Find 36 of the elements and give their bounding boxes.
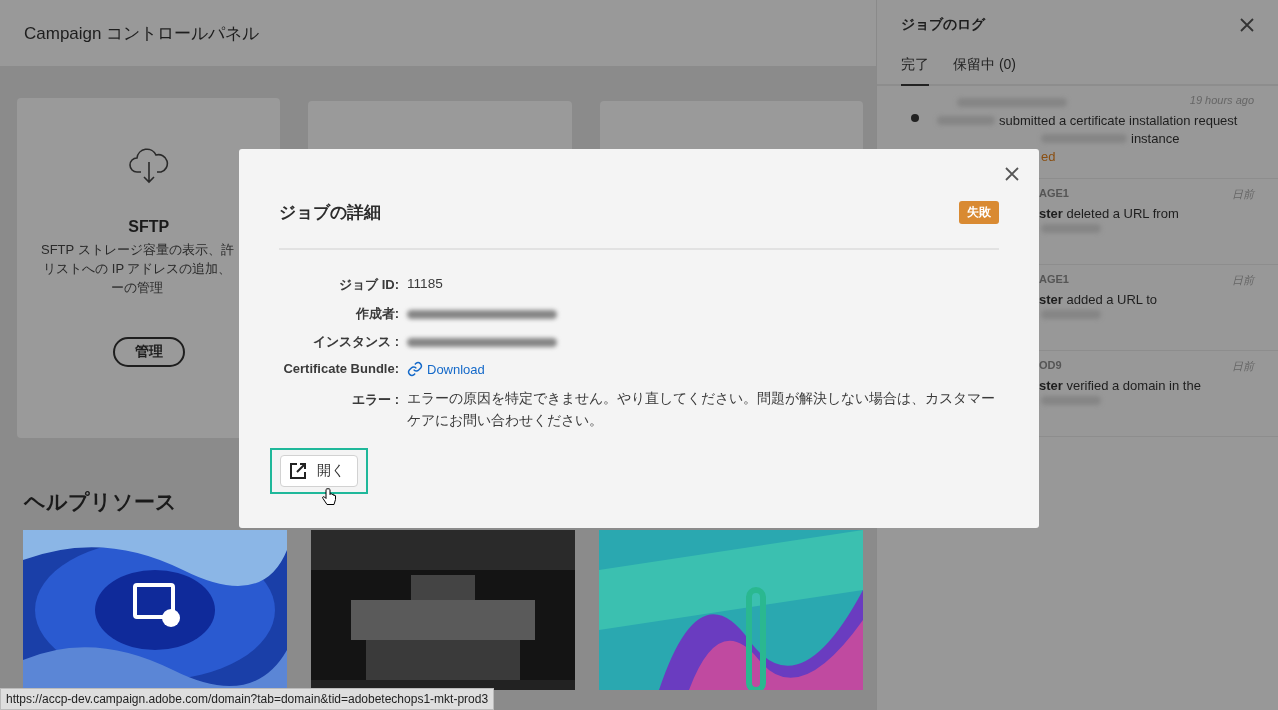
card-description: SFTP ストレージ容量の表示、許 リストへの IP アドレスの追加、 ーの管理 xyxy=(40,241,234,297)
field-label: 作成者: xyxy=(354,305,399,323)
field-label: Certificate Bundle: xyxy=(282,361,399,378)
field-value: 11185 xyxy=(407,275,444,293)
tab[interactable]: 完了 xyxy=(901,56,929,86)
log-header: OD9 xyxy=(1038,359,1062,373)
field-label: インスタンス : xyxy=(312,333,399,351)
section-title: ヘルプリソース xyxy=(24,489,177,515)
log-text: ster verified a domain in the xyxy=(1039,378,1201,393)
tab[interactable]: 保留中 (0) xyxy=(953,56,1016,86)
log-text: submitted a certificate installation request xyxy=(999,113,1238,128)
manage-button[interactable]: 管理 xyxy=(112,337,185,367)
cloud-download-icon xyxy=(127,148,170,184)
dialog-title: ジョブの詳細 xyxy=(279,202,381,224)
close-icon[interactable] xyxy=(1240,18,1254,32)
external-link-icon xyxy=(289,462,307,480)
log-text: ster added a URL to xyxy=(1039,292,1158,307)
log-header: AGE1 xyxy=(1038,273,1069,287)
log-text: ster deleted a URL from xyxy=(1039,206,1179,221)
hand-cursor-icon xyxy=(322,488,336,506)
download-link[interactable]: Download xyxy=(407,361,485,377)
timeline-dot xyxy=(911,114,919,122)
status-badge: 失敗 xyxy=(959,201,999,224)
log-header: AGE1 xyxy=(1038,187,1069,201)
field-label: ジョブ ID: xyxy=(338,276,399,294)
panel-title: ジョブのログ xyxy=(901,16,985,34)
field-value: エラーの原因を特定できません。やり直してください。問題が解決しない場合は、カスタマーケアにお問い合わせください。 xyxy=(407,390,996,430)
status-url: https://accp-dev.campaign.adobe.com/domain?tab=domain&tid=adobetechops1-mkt-prod3 xyxy=(0,688,495,710)
page-title: Campaign コントロールパネル xyxy=(24,22,260,45)
field-label: エラー : xyxy=(351,391,399,409)
close-icon[interactable] xyxy=(1005,167,1019,181)
log-text: instance xyxy=(1131,131,1180,146)
open-button[interactable]: 開く xyxy=(280,455,358,487)
log-status: ed xyxy=(1040,149,1056,164)
card-title: SFTP xyxy=(128,218,170,236)
link-icon xyxy=(407,361,423,377)
